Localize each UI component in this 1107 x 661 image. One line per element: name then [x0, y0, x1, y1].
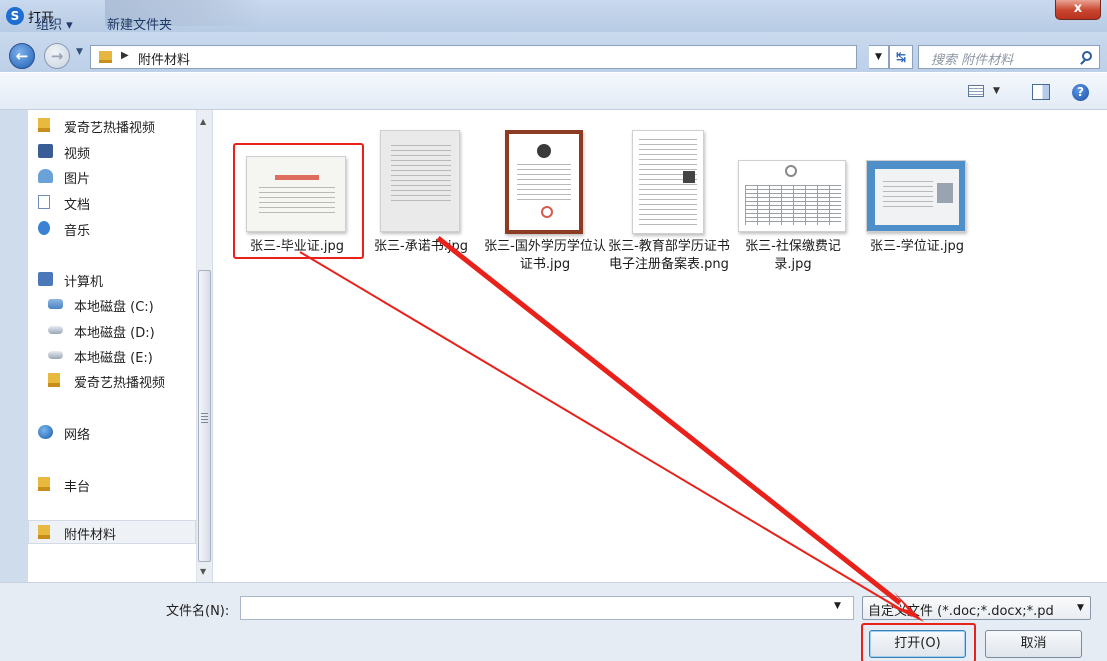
help-icon[interactable]: ?	[1072, 84, 1089, 101]
music-library-icon	[38, 221, 50, 235]
video-library-icon	[38, 144, 53, 158]
filename-label: 文件名(N):	[166, 604, 230, 619]
photo-icon	[937, 183, 953, 203]
search-input[interactable]: 搜索 附件材料	[918, 45, 1100, 69]
preview-pane-icon[interactable]	[1032, 84, 1050, 100]
file-type-value: 自定义文件 (*.doc;*.docx;*.pd	[868, 604, 1054, 619]
sidebar-item-label: 本地磁盘 (D:)	[74, 326, 155, 341]
filename-dropdown-icon[interactable]: ▼	[834, 601, 841, 611]
recent-locations-icon[interactable]: ▼	[76, 47, 83, 57]
new-folder-button[interactable]: 新建文件夹	[107, 14, 172, 33]
sidebar-item-label: 爱奇艺热播视频	[64, 121, 156, 136]
sidebar-item-label: 网络	[64, 428, 91, 443]
text-lines	[639, 139, 697, 227]
folder-icon	[99, 51, 112, 63]
scroll-down-icon[interactable]: ▼	[200, 567, 206, 576]
image-thumbnail	[632, 130, 704, 234]
network-icon	[38, 425, 53, 439]
command-toolbar	[0, 72, 1107, 110]
image-thumbnail	[738, 160, 846, 232]
folder-icon	[38, 477, 50, 491]
image-thumbnail	[866, 160, 966, 232]
text-lines	[391, 145, 451, 201]
forward-button[interactable]: →	[44, 43, 70, 69]
drive-icon	[48, 326, 63, 334]
sidebar-item-label: 计算机	[64, 275, 104, 290]
computer-icon	[38, 272, 53, 286]
navigation-pane: 爱奇艺热播视频 视频 图片 文档 音乐 计算机 本地磁盘 (C:) 本地磁盘 (…	[28, 110, 196, 582]
file-name: 张三-学位证.jpg	[870, 239, 964, 254]
text-lines	[883, 181, 933, 211]
file-name: 张三-国外学历学位认证书.jpg	[484, 239, 606, 272]
sidebar-item-label: 视频	[64, 147, 91, 162]
address-dropdown-icon[interactable]: ▼	[869, 45, 889, 69]
file-name: 张三-教育部学历证书电子注册备案表.png	[608, 239, 730, 272]
breadcrumb[interactable]: 附件材料	[138, 49, 190, 68]
sidebar-item-label: 本地磁盘 (E:)	[74, 351, 153, 366]
search-icon[interactable]	[1082, 51, 1092, 61]
highlight-box-open	[861, 623, 976, 661]
search-placeholder: 搜索 附件材料	[931, 53, 1014, 68]
file-type-select[interactable]: 自定义文件 (*.doc;*.docx;*.pd ▼	[862, 596, 1091, 620]
close-button[interactable]: x	[1055, 0, 1101, 20]
system-drive-icon	[48, 299, 63, 309]
address-bar[interactable]: ▶ 附件材料	[90, 45, 857, 69]
app-icon: S	[6, 7, 24, 25]
document-library-icon	[38, 195, 50, 209]
sidebar-item-label: 本地磁盘 (C:)	[74, 300, 154, 315]
scrollbar-grip-icon	[201, 413, 208, 423]
emblem-icon	[537, 144, 551, 158]
cancel-button[interactable]: 取消	[985, 630, 1082, 658]
breadcrumb-separator-icon[interactable]: ▶	[121, 50, 129, 61]
seal-icon	[541, 206, 553, 218]
image-thumbnail	[380, 130, 460, 232]
sidebar-item-label: 丰台	[64, 480, 91, 495]
file-name: 张三-承诺书.jpg	[374, 239, 468, 254]
drive-icon	[48, 351, 63, 359]
highlight-box-file	[233, 143, 364, 259]
file-name: 张三-社保缴费记录.jpg	[745, 239, 841, 272]
folder-icon	[48, 373, 60, 387]
table-grid	[745, 185, 841, 225]
scroll-up-icon[interactable]: ▲	[200, 117, 206, 126]
back-button[interactable]: ←	[9, 43, 35, 69]
sidebar-item-label: 附件材料	[64, 528, 117, 543]
folder-icon	[38, 525, 50, 539]
organize-menu[interactable]: 组织 ▾	[36, 14, 73, 33]
picture-library-icon	[38, 169, 53, 183]
sidebar-item-label: 文档	[64, 198, 91, 213]
text-lines	[517, 164, 571, 204]
view-options-icon[interactable]	[968, 85, 984, 97]
chevron-down-icon: ▼	[1077, 603, 1084, 613]
qr-code-icon	[683, 171, 695, 183]
image-thumbnail	[505, 130, 583, 234]
certificate-page	[875, 169, 959, 225]
seal-icon	[785, 165, 797, 177]
view-dropdown-icon[interactable]: ▼	[993, 86, 1000, 96]
filename-field[interactable]	[240, 596, 854, 620]
sidebar-item-label: 爱奇艺热播视频	[74, 376, 166, 391]
sidebar-item-label: 图片	[64, 172, 91, 187]
sidebar-item-label: 音乐	[64, 224, 91, 239]
folder-icon	[38, 118, 50, 132]
refresh-icon[interactable]: ↹	[889, 45, 913, 69]
